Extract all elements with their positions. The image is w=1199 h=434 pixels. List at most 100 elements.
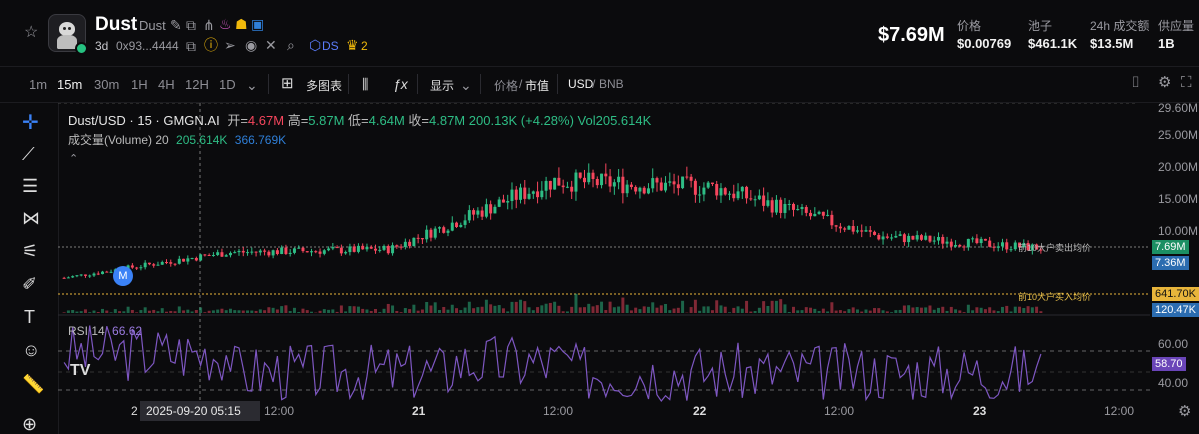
crosshair-icon[interactable]: ✛ — [22, 113, 39, 133]
tf-15m[interactable]: 15m — [57, 77, 82, 92]
candle-body — [472, 210, 476, 215]
tf-4h[interactable]: 4H — [158, 77, 175, 92]
volume-bar — [979, 307, 983, 313]
volume-bar — [493, 305, 497, 313]
ruler-icon[interactable]: 📏 — [22, 375, 44, 393]
volume-bar — [378, 312, 382, 313]
text-icon[interactable]: T — [24, 308, 35, 326]
volume-bar — [1030, 307, 1034, 313]
candle-body — [604, 173, 608, 177]
volume-bar — [826, 311, 830, 313]
candle-body — [361, 245, 365, 250]
volume-bar — [736, 306, 740, 313]
tf-12h[interactable]: 12H — [185, 77, 209, 92]
candle-body — [728, 193, 731, 195]
fullscreen-icon[interactable]: ⛶ — [1181, 75, 1192, 90]
candle-body — [429, 229, 433, 238]
tf-1h[interactable]: 1H — [131, 77, 148, 92]
candle-body — [476, 210, 480, 215]
volume-bar — [361, 308, 365, 313]
twitter-icon[interactable]: ✕ — [265, 38, 277, 52]
volume-bar — [565, 311, 569, 313]
usd-toggle[interactable]: USD — [568, 77, 593, 91]
candle-body — [681, 176, 685, 189]
emoji-icon[interactable]: ☺ — [22, 341, 40, 359]
add-indicator-icon[interactable]: ⊞ — [281, 76, 294, 91]
volume-bar — [156, 311, 160, 313]
stat-price-value: $0.00769 — [957, 36, 1012, 51]
candle-body — [749, 198, 753, 200]
collapse-icon[interactable]: ⌃ — [69, 152, 78, 166]
close-value: 4.87M — [429, 113, 466, 128]
search-icon[interactable]: ⌕ — [287, 38, 295, 52]
zoom-in-icon[interactable]: ⊕ — [22, 415, 37, 433]
copy-icon[interactable]: ⧉ — [186, 18, 196, 32]
marker-m[interactable]: M — [113, 266, 133, 286]
candle-body — [855, 230, 859, 232]
share-icon[interactable]: ⋔ — [203, 18, 215, 32]
candle-body — [655, 178, 659, 183]
brush-icon[interactable]: ✐ — [22, 275, 37, 293]
telegram-icon[interactable]: ➢ — [224, 38, 236, 52]
tf-1d[interactable]: 1D — [219, 77, 236, 92]
fib-icon[interactable]: ⚟ — [22, 242, 38, 260]
horizontal-lines-icon[interactable]: ☰ — [22, 177, 38, 195]
chevron-down-icon[interactable]: ⌄ — [246, 78, 258, 92]
volume-bar — [258, 309, 262, 313]
display-dropdown[interactable]: 显示 — [430, 77, 454, 94]
candle-body — [702, 187, 706, 195]
settings-icon[interactable]: ⚙ — [1158, 75, 1171, 90]
volume-bar — [574, 293, 578, 313]
volume-bar — [497, 305, 501, 313]
candle-body — [348, 246, 352, 253]
warning-icon[interactable]: ⓘ — [204, 38, 218, 52]
trendline-icon[interactable]: ⟋ — [22, 145, 35, 163]
volume-bar — [907, 305, 911, 313]
star-icon[interactable]: ☆ — [24, 25, 38, 41]
volume-bar — [1039, 311, 1043, 313]
mcap-toggle[interactable]: 市值 — [525, 77, 549, 94]
bnb-toggle[interactable]: BNB — [599, 77, 624, 91]
stat-supply-label: 供应量 — [1158, 19, 1195, 33]
volume-bar — [165, 311, 168, 313]
volume-bar — [463, 307, 467, 313]
volume-bar — [442, 306, 446, 313]
price-chart[interactable] — [58, 103, 1150, 434]
camera-icon[interactable]: ⌷ — [1131, 75, 1140, 90]
candle-body — [796, 209, 800, 211]
website-icon[interactable]: ◉ — [245, 38, 257, 52]
candle-body — [928, 235, 932, 242]
candle-body — [851, 226, 855, 232]
candle-body — [757, 195, 761, 200]
volume-bar — [676, 307, 680, 313]
people-icon[interactable]: ☗ — [235, 17, 248, 31]
flame-icon[interactable]: ♨ — [219, 17, 232, 31]
drawing-toolbar: ✛ ⟋ ☰ ⋈ ⚟ ✐ T ☺ 📏 ⊕ — [0, 103, 59, 434]
chart-canvas[interactable] — [58, 103, 1150, 434]
candle-body — [365, 246, 369, 250]
volume-bar — [369, 311, 373, 313]
edit-icon[interactable]: ✎ — [170, 18, 182, 32]
candle-body — [331, 247, 335, 249]
volume-bar — [612, 307, 616, 313]
candle-body — [570, 186, 574, 192]
volume-bar — [1018, 306, 1022, 313]
copy-address-icon[interactable]: ⧉ — [186, 39, 196, 53]
indicators-icon[interactable]: ƒx — [393, 77, 408, 91]
chevron-down-icon[interactable]: ⌄ — [460, 78, 472, 92]
pattern-icon[interactable]: ⋈ — [22, 209, 40, 227]
candle-body — [493, 206, 497, 214]
candle-body — [826, 214, 830, 216]
tf-30m[interactable]: 30m — [94, 77, 119, 92]
settings-icon[interactable]: ⚙ — [1178, 404, 1191, 419]
candle-type-icon[interactable]: ⫼ — [362, 77, 368, 91]
ds-icon[interactable]: ⬡ — [309, 38, 321, 52]
verify-icon[interactable]: ▣ — [251, 17, 264, 31]
volume-bar — [71, 309, 75, 313]
price-toggle[interactable]: 价格 — [494, 77, 518, 94]
crosshair-time-tooltip: 2025-09-20 05:15 — [140, 401, 260, 421]
volume-bar — [122, 311, 126, 313]
tf-1m[interactable]: 1m — [29, 77, 47, 92]
candle-body — [907, 235, 911, 243]
multi-chart-button[interactable]: 多图表 — [306, 77, 342, 94]
